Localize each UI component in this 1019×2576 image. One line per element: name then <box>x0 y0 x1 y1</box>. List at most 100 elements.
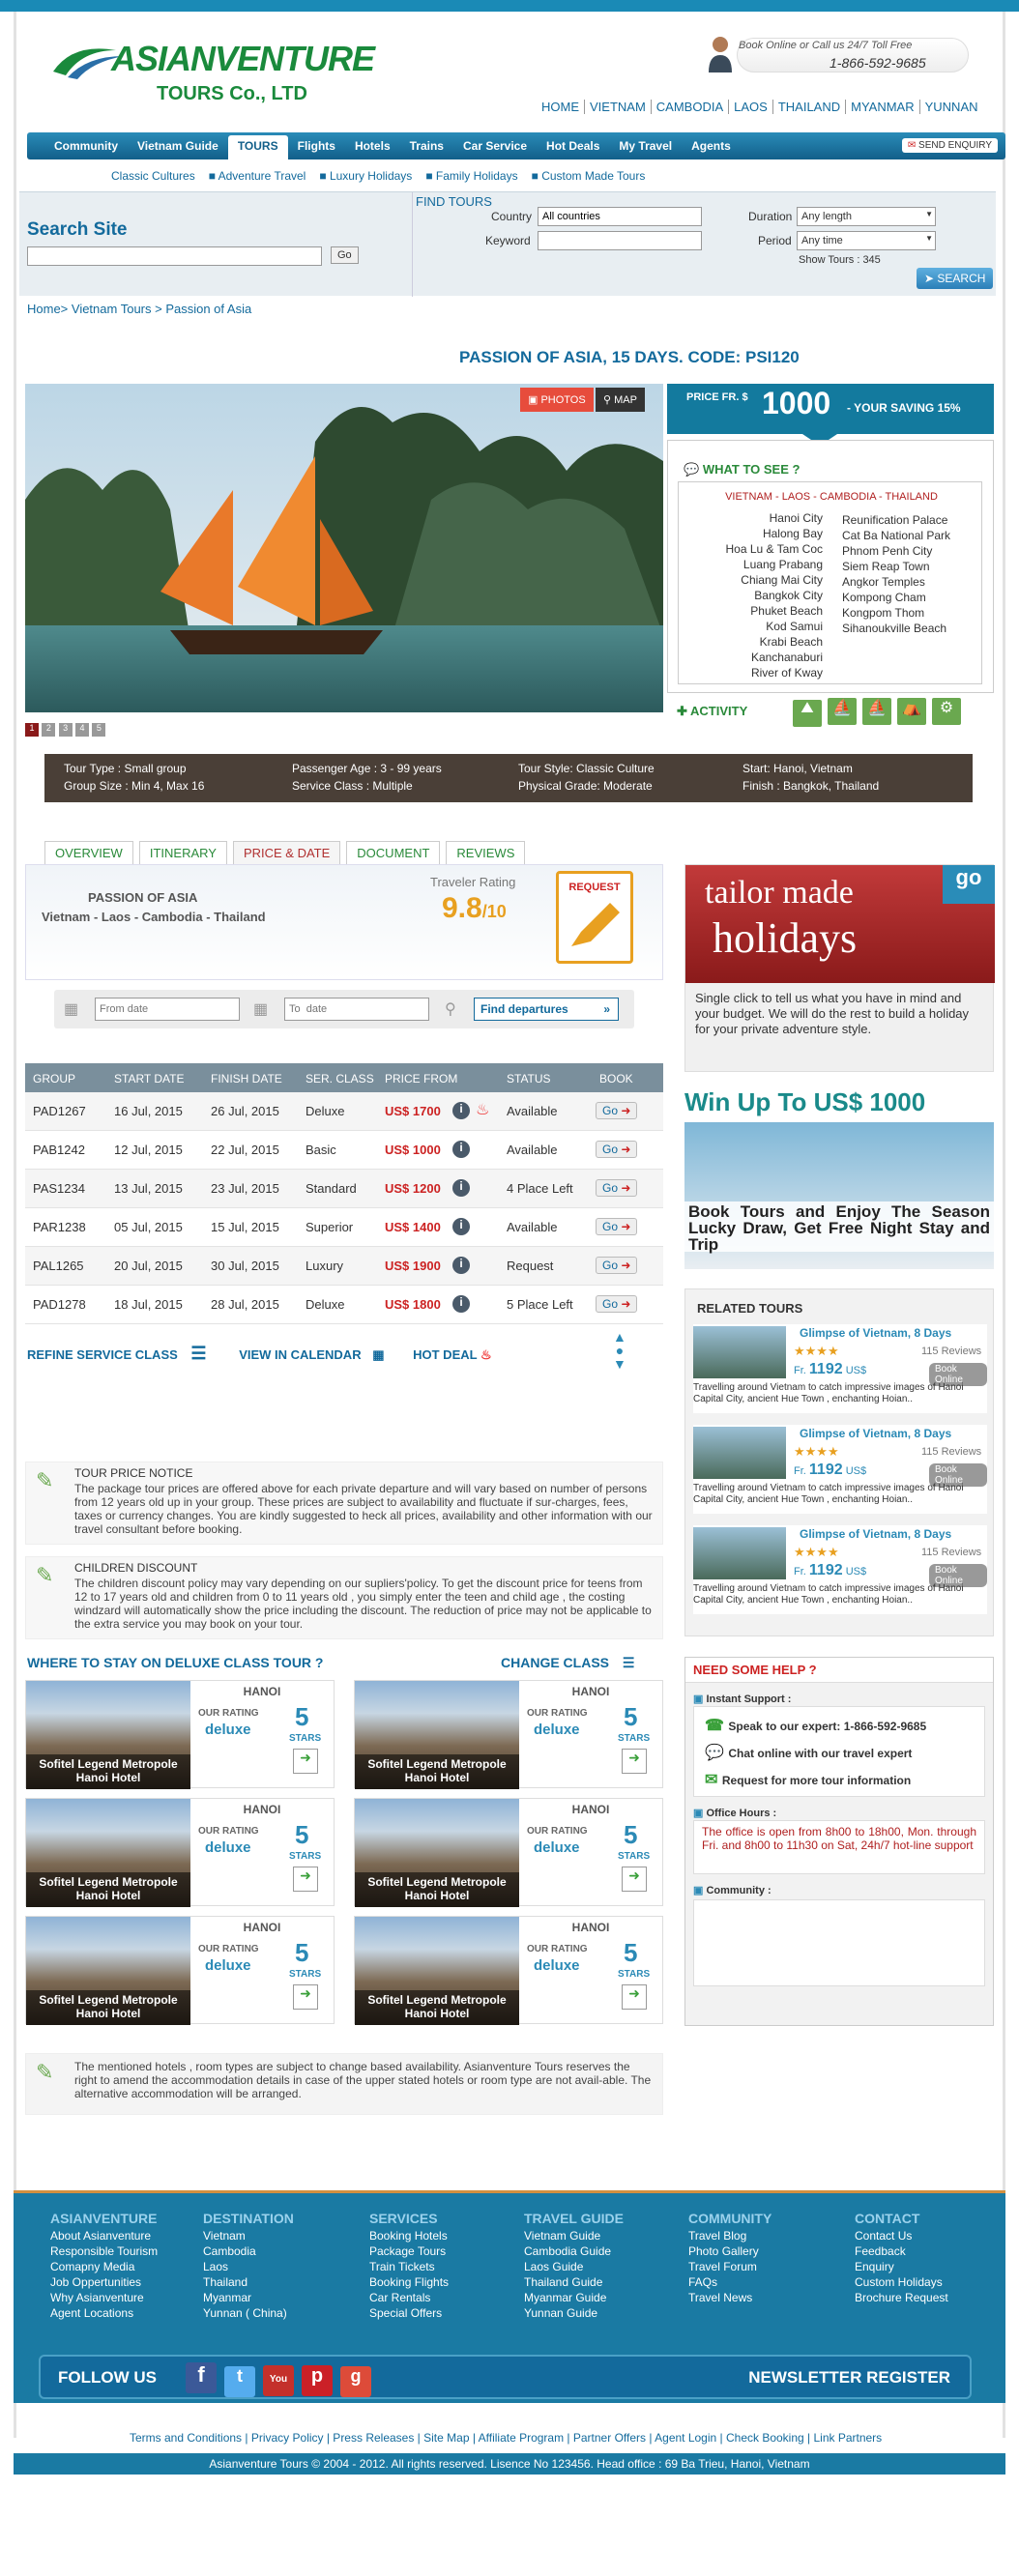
view-calendar-link[interactable]: VIEW IN CALENDAR <box>239 1347 361 1362</box>
footer-link[interactable]: Yunnan Guide <box>524 2305 624 2321</box>
footer-link[interactable]: Special Offers <box>369 2305 449 2321</box>
slide-dot-4[interactable]: 4 <box>75 723 90 737</box>
book-go-button[interactable]: Go ➜ <box>596 1257 638 1274</box>
footer-link[interactable]: Contact Us <box>855 2228 948 2243</box>
footer-link[interactable]: About Asianventure <box>50 2228 158 2243</box>
duration-select[interactable]: Any length ▼ <box>797 207 936 226</box>
sail-icon[interactable]: ⛵ <box>862 698 891 725</box>
change-class-link[interactable]: CHANGE CLASS ☰ <box>501 1655 634 1671</box>
place[interactable]: Phuket Beach <box>697 603 823 619</box>
footer-link[interactable]: Enquiry <box>855 2259 948 2274</box>
footer-link[interactable]: Cambodia <box>203 2243 294 2259</box>
hotel-card[interactable]: Sofitel Legend Metropole Hanoi Hotel HANO… <box>354 1680 663 1789</box>
related-tour-name[interactable]: Glimpse of Vietnam, 8 Days <box>800 1527 951 1541</box>
related-tour-card[interactable]: Glimpse of Vietnam, 8 Days ★★★★ 115 Review… <box>693 1324 987 1413</box>
info-icon[interactable]: i <box>452 1257 470 1274</box>
info-icon[interactable]: i <box>452 1102 470 1119</box>
footer-link[interactable]: Travel Forum <box>688 2259 772 2274</box>
search-button[interactable]: ➤ SEARCH <box>917 268 994 289</box>
nav-community[interactable]: Community <box>44 132 128 153</box>
footer-link[interactable]: Booking Hotels <box>369 2228 449 2243</box>
chat-online-link[interactable]: 💬 Chat online with our travel expert <box>705 1743 912 1762</box>
request-button[interactable]: REQUEST <box>556 871 633 964</box>
footer-link[interactable]: Yunnan ( China) <box>203 2305 294 2321</box>
calendar-icon[interactable]: ▦ <box>253 999 268 1019</box>
newsletter-register-link[interactable]: NEWSLETTER REGISTER <box>748 2368 950 2388</box>
subnav-adventure[interactable]: Adventure Travel <box>218 169 306 183</box>
calendar-icon[interactable]: ▦ <box>64 999 78 1019</box>
place[interactable]: Chiang Mai City <box>697 572 823 588</box>
place[interactable]: Angkor Temples <box>842 574 987 590</box>
toplink-laos[interactable]: LAOS <box>728 100 772 114</box>
nav-my-travel[interactable]: My Travel <box>609 132 682 153</box>
slide-dot-3[interactable]: 3 <box>58 723 73 737</box>
country-field[interactable] <box>538 207 702 226</box>
related-tour-card[interactable]: Glimpse of Vietnam, 8 Days ★★★★ 115 Review… <box>693 1425 987 1514</box>
hotel-card[interactable]: Sofitel Legend Metropole Hanoi Hotel HANO… <box>25 1916 335 2025</box>
footer-link[interactable]: Photo Gallery <box>688 2243 772 2259</box>
place[interactable]: Bangkok City <box>697 588 823 603</box>
footer-link[interactable]: Myanmar <box>203 2290 294 2305</box>
toplink-myanmar[interactable]: MYANMAR <box>845 100 919 114</box>
toplink-vietnam[interactable]: VIETNAM <box>584 100 651 114</box>
hotel-card[interactable]: Sofitel Legend Metropole Hanoi Hotel HANO… <box>25 1680 335 1789</box>
toplink-cambodia[interactable]: CAMBODIA <box>650 100 729 114</box>
menu-icon[interactable]: ☰ <box>190 1344 206 1363</box>
breadcrumb[interactable]: Home> Vietnam Tours > Passion of Asia <box>27 302 251 316</box>
slide-dot-5[interactable]: 5 <box>92 723 106 737</box>
footer-link[interactable]: Brochure Request <box>855 2290 948 2305</box>
place[interactable]: Sihanoukville Beach <box>842 621 987 636</box>
hotel-detail-icon[interactable]: ➜ <box>293 1867 318 1892</box>
slide-dot-2[interactable]: 2 <box>42 723 56 737</box>
footer-link[interactable]: Comapny Media <box>50 2259 158 2274</box>
nav-vietnam-guide[interactable]: Vietnam Guide <box>128 132 228 153</box>
footer-link[interactable]: Laos Guide <box>524 2259 624 2274</box>
place[interactable]: Krabi Beach <box>697 634 823 650</box>
subnav-luxury[interactable]: Luxury Holidays <box>330 169 412 183</box>
win-banner[interactable]: Win Up To US$ 1000 Book Tours and Enjoy … <box>684 1087 994 1269</box>
place[interactable]: Kompong Cham <box>842 590 987 605</box>
google-plus-icon[interactable]: g <box>340 2366 371 2397</box>
hotel-detail-icon[interactable]: ➜ <box>622 1984 647 2010</box>
info-icon[interactable]: i <box>452 1141 470 1158</box>
footer-link[interactable]: Custom Holidays <box>855 2274 948 2290</box>
tab-overview[interactable]: OVERVIEW <box>44 841 133 864</box>
related-tour-name[interactable]: Glimpse of Vietnam, 8 Days <box>800 1427 951 1440</box>
hotel-detail-icon[interactable]: ➜ <box>293 1984 318 2010</box>
hotel-detail-icon[interactable]: ➜ <box>622 1749 647 1774</box>
place[interactable]: Phnom Penh City <box>842 543 987 559</box>
nav-car-service[interactable]: Car Service <box>453 132 537 153</box>
place[interactable]: Halong Bay <box>697 526 823 541</box>
hotel-card[interactable]: Sofitel Legend Metropole Hanoi Hotel HANO… <box>25 1798 335 1907</box>
footer-link[interactable]: Vietnam Guide <box>524 2228 624 2243</box>
nav-hot-deals[interactable]: Hot Deals <box>537 132 609 153</box>
arrow-up-icon[interactable]: ▲ <box>613 1330 626 1344</box>
footer-link[interactable]: Myanmar Guide <box>524 2290 624 2305</box>
request-info-link[interactable]: ✉ Request for more tour information <box>705 1770 911 1789</box>
nav-agents[interactable]: Agents <box>682 132 741 153</box>
place[interactable]: Siem Reap Town <box>842 559 987 574</box>
pinterest-icon[interactable]: p <box>302 2365 333 2396</box>
subnav-family[interactable]: Family Holidays <box>436 169 518 183</box>
footer-link[interactable]: Thailand <box>203 2274 294 2290</box>
keyword-field[interactable] <box>538 231 702 250</box>
hotel-card[interactable]: Sofitel Legend Metropole Hanoi Hotel HANO… <box>354 1916 663 2025</box>
place[interactable]: Kod Samui <box>697 619 823 634</box>
youtube-icon[interactable]: You <box>263 2365 294 2396</box>
place[interactable]: Kanchanaburi <box>697 650 823 665</box>
info-icon[interactable]: i <box>452 1295 470 1313</box>
camping-icon[interactable]: ⛺ <box>897 698 926 725</box>
boat-icon[interactable]: ⛵ <box>828 698 857 725</box>
search-go-button[interactable]: Go <box>331 246 359 264</box>
place[interactable]: Hanoi City <box>697 510 823 526</box>
find-departures-button[interactable]: Find departures » <box>474 998 619 1021</box>
from-date-input[interactable] <box>95 998 240 1021</box>
calendar-icon[interactable]: ▦ <box>372 1347 384 1362</box>
place[interactable]: Kongpom Thom <box>842 605 987 621</box>
place[interactable]: Cat Ba National Park <box>842 528 987 543</box>
facebook-icon[interactable]: f <box>186 2362 217 2393</box>
footer-link[interactable]: Responsible Tourism <box>50 2243 158 2259</box>
book-go-button[interactable]: Go ➜ <box>596 1141 638 1158</box>
toplink-thailand[interactable]: THAILAND <box>772 100 846 114</box>
hot-deal-link[interactable]: HOT DEAL <box>413 1347 477 1362</box>
